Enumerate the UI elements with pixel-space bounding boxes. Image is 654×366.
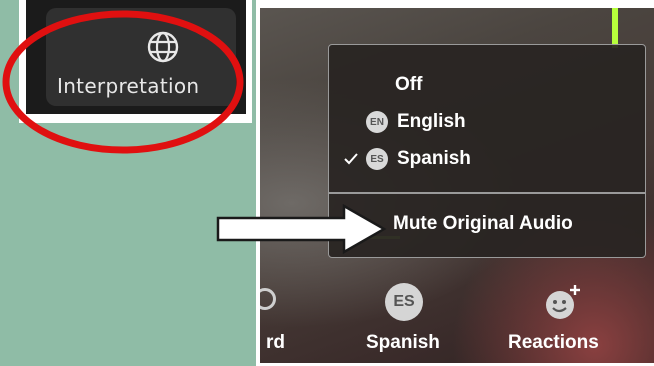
spanish-badge-icon: ES: [366, 148, 388, 170]
menu-divider: [329, 192, 645, 194]
record-icon[interactable]: [260, 288, 276, 310]
menu-item-label: Spanish: [397, 148, 471, 169]
menu-item-label: Off: [395, 74, 423, 95]
reactions-label[interactable]: Reactions: [508, 332, 599, 354]
menu-item-spanish[interactable]: ES Spanish: [329, 143, 645, 175]
interpretation-inset: Interpretation: [19, 0, 252, 123]
language-badge-icon[interactable]: ES: [385, 283, 423, 321]
globe-icon: [147, 31, 179, 63]
accent-line: [612, 8, 618, 48]
pointer-arrow-icon: [216, 204, 387, 254]
smiley-plus-icon[interactable]: [542, 283, 582, 323]
menu-photo: Off EN English ES Spanish Mute Original …: [256, 0, 654, 366]
language-button-label[interactable]: Spanish: [366, 332, 440, 354]
menu-item-off[interactable]: Off: [329, 69, 645, 101]
check-icon: [344, 153, 358, 165]
interpretation-label: Interpretation: [57, 74, 200, 98]
menu-item-label: English: [397, 111, 466, 132]
record-label[interactable]: rd: [266, 332, 285, 354]
menu-item-label: Mute Original Audio: [393, 213, 573, 234]
menu-item-english[interactable]: EN English: [329, 106, 645, 138]
photo-content: Off EN English ES Spanish Mute Original …: [260, 8, 654, 363]
english-badge-icon: EN: [366, 111, 388, 133]
